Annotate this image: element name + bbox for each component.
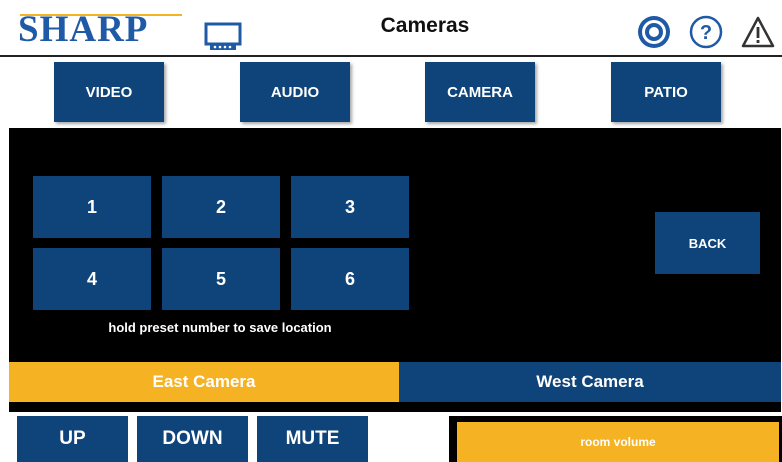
- nav-patio-button[interactable]: PATIO: [611, 62, 721, 122]
- preset-4-button[interactable]: 4: [33, 248, 151, 310]
- nav-video-button[interactable]: VIDEO: [54, 62, 164, 122]
- mute-button[interactable]: MUTE: [257, 416, 368, 462]
- preset-6-button[interactable]: 6: [291, 248, 409, 310]
- west-camera-tab[interactable]: West Camera: [399, 362, 781, 402]
- header-divider: [0, 55, 782, 57]
- display-icon[interactable]: [204, 22, 242, 52]
- svg-text:?: ?: [700, 22, 712, 44]
- nav-camera-button[interactable]: CAMERA: [425, 62, 535, 122]
- room-volume-control[interactable]: room volume: [457, 422, 779, 462]
- camera-tab-divider: [9, 402, 781, 412]
- preset-hint-text: hold preset number to save location: [108, 320, 332, 335]
- preset-2-button[interactable]: 2: [162, 176, 280, 238]
- sharp-logo: SHARP: [18, 9, 149, 50]
- page-title: Cameras: [380, 14, 470, 37]
- preset-3-button[interactable]: 3: [291, 176, 409, 238]
- down-button[interactable]: DOWN: [137, 416, 248, 462]
- help-icon[interactable]: ?: [688, 14, 724, 50]
- preset-1-button[interactable]: 1: [33, 176, 151, 238]
- preset-5-button[interactable]: 5: [162, 248, 280, 310]
- power-icon[interactable]: [636, 14, 672, 50]
- east-camera-tab[interactable]: East Camera: [9, 362, 399, 402]
- up-button[interactable]: UP: [17, 416, 128, 462]
- back-button[interactable]: BACK: [655, 212, 760, 274]
- warning-icon[interactable]: [740, 14, 776, 50]
- nav-audio-button[interactable]: AUDIO: [240, 62, 350, 122]
